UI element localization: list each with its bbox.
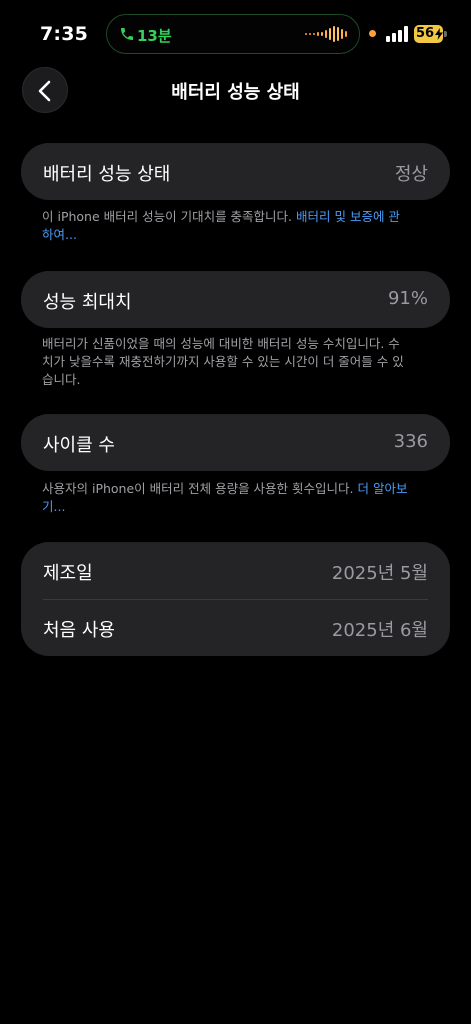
page-title: 배터리 성능 상태 xyxy=(171,82,300,103)
battery-health-card[interactable]: 배터리 성능 상태 정상 xyxy=(21,143,450,200)
mic-indicator-dot xyxy=(369,30,376,37)
battery-health-value: 정상 xyxy=(394,164,428,185)
dates-card: 제조일 2025년 5월 처음 사용 2025년 6월 xyxy=(21,542,450,656)
cellular-signal-icon xyxy=(386,26,408,42)
dynamic-island-call[interactable]: 13분 xyxy=(106,14,360,54)
manufacture-date-row: 제조일 2025년 5월 xyxy=(21,542,450,599)
battery-tip xyxy=(444,31,447,37)
status-time: 7:35 xyxy=(40,23,89,45)
first-use-value: 2025년 6월 xyxy=(331,620,428,641)
cycle-count-note-text: 사용자의 iPhone이 배터리 전체 용량을 사용한 횟수입니다. xyxy=(42,481,358,496)
manufacture-date-label: 제조일 xyxy=(43,563,93,584)
max-capacity-note: 배터리가 신품이었을 때의 성능에 대비한 배터리 성능 수치입니다. 수치가 … xyxy=(42,336,404,387)
max-capacity-row: 성능 최대치 91% xyxy=(21,271,450,328)
charging-bolt-icon xyxy=(435,28,443,40)
max-capacity-label: 성능 최대치 xyxy=(43,292,132,313)
first-use-label: 처음 사용 xyxy=(43,620,115,641)
cycle-count-note: 사용자의 iPhone이 배터리 전체 용량을 사용한 횟수입니다. 더 알아보… xyxy=(42,480,410,516)
cycle-count-value: 336 xyxy=(393,431,428,452)
phone-icon xyxy=(121,28,133,40)
max-capacity-value: 91% xyxy=(387,288,428,309)
first-use-row: 처음 사용 2025년 6월 xyxy=(21,599,450,656)
manufacture-date-value: 2025년 5월 xyxy=(331,563,428,584)
call-duration: 13분 xyxy=(137,27,172,45)
battery-health-label: 배터리 성능 상태 xyxy=(43,164,171,185)
max-capacity-card: 성능 최대치 91% xyxy=(21,271,450,328)
audio-waveform-icon xyxy=(305,26,347,42)
battery-indicator: 56 xyxy=(414,25,448,43)
status-bar: 7:35 13분 56 xyxy=(0,0,471,62)
battery-body: 56 xyxy=(414,25,443,43)
cycle-count-label: 사이클 수 xyxy=(43,435,115,456)
battery-level: 56 xyxy=(416,26,435,41)
battery-health-note: 이 iPhone 배터리 성능이 기대치를 충족합니다. 배터리 및 보증에 관… xyxy=(42,208,410,244)
battery-health-note-text: 이 iPhone 배터리 성능이 기대치를 충족합니다. xyxy=(42,209,297,224)
cycle-count-row: 사이클 수 336 xyxy=(21,414,450,471)
cycle-count-card: 사이클 수 336 xyxy=(21,414,450,471)
battery-health-row[interactable]: 배터리 성능 상태 정상 xyxy=(21,143,450,200)
